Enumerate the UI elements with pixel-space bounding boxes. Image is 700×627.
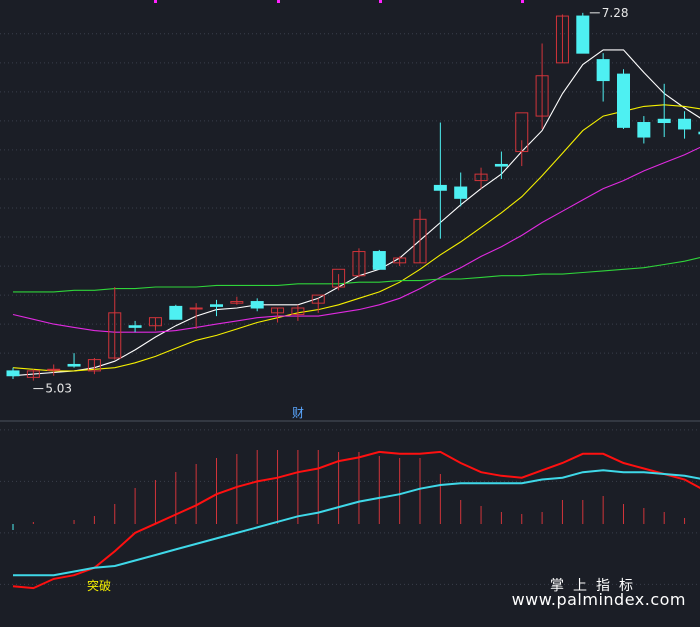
candle-body-24 [494,163,508,167]
candle-body-30 [617,73,630,128]
candle-body-29 [596,59,610,82]
main-panel-annotations: 7.28 5.03 [33,6,629,396]
stock-chart-svg: 7.28 5.03 财 突破 [0,0,700,593]
candle-body-31 [637,122,651,138]
candle-body-10 [210,304,223,307]
candle-body-12 [250,301,264,309]
candle-body-3 [67,363,81,367]
candle-body-8 [169,305,183,320]
ma20-line [12,146,700,333]
finance-event-marker[interactable]: 财 [292,406,304,420]
candle-body-28 [576,15,590,54]
ma5-line [12,49,700,377]
osc-line-1 [13,469,700,577]
ma10-line [12,104,700,372]
top-marker-1 [277,0,280,3]
breakout-signal-label: 突破 [87,578,111,593]
top-marker-row [154,0,524,3]
candle-body-9 [189,307,203,310]
candle-body-2 [47,368,61,371]
top-marker-2 [379,0,382,3]
osc-line-0 [12,450,700,590]
ma60-line [13,256,700,293]
chart-stage: 7.28 5.03 财 突破 掌上指标 www.palmindex.com [0,0,700,623]
candlestick-series [6,12,700,381]
candle-body-33 [678,118,692,130]
candle-body-6 [128,325,142,328]
candle-body-22 [454,186,468,199]
high-price-label: 7.28 [602,6,629,20]
candle-body-0 [6,370,20,377]
candle-body-32 [657,118,671,124]
top-marker-3 [521,0,524,3]
moving-average-lines [12,49,700,377]
candle-body-21 [433,184,447,191]
candle-body-18 [372,251,386,270]
watermark-url: www.palmindex.com [511,590,686,609]
top-marker-0 [154,0,157,3]
indicator-histogram [12,450,686,530]
low-price-label: 5.03 [45,382,72,396]
indicator-lines [12,450,700,590]
